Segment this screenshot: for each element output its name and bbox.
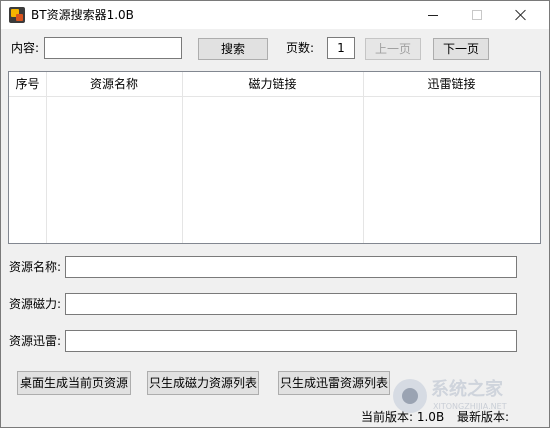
page-input[interactable] xyxy=(327,37,355,59)
next-page-button[interactable]: 下一页 xyxy=(433,38,489,60)
window-title: BT资源搜索器1.0B xyxy=(31,8,134,22)
column-divider xyxy=(363,72,364,243)
watermark-text: 系统之家 xyxy=(431,379,503,400)
resource-magnet-field[interactable] xyxy=(65,293,517,315)
resource-name-field[interactable] xyxy=(65,256,517,278)
close-button[interactable] xyxy=(499,1,543,29)
content-input[interactable] xyxy=(44,37,182,59)
watermark-icon xyxy=(393,379,427,413)
content-label: 内容: xyxy=(11,41,40,55)
app-icon xyxy=(9,7,25,23)
resource-magnet-label: 资源磁力: xyxy=(9,297,62,311)
watermark-url: XITONGZHIJIA.NET xyxy=(433,402,507,411)
main-window: BT资源搜索器1.0B 内容: 搜索 页数: 上一页 下一页 序号 资源名称 磁… xyxy=(0,0,550,428)
column-header-index[interactable]: 序号 xyxy=(9,72,46,97)
table-header: 序号 资源名称 磁力链接 迅雷链接 xyxy=(9,72,540,97)
maximize-icon xyxy=(472,10,482,20)
resource-thunder-label: 资源迅雷: xyxy=(9,334,62,348)
column-header-magnet[interactable]: 磁力链接 xyxy=(182,72,363,97)
generate-thunder-list-button[interactable]: 只生成迅雷资源列表 xyxy=(278,371,390,395)
page-label: 页数: xyxy=(286,41,315,55)
title-bar[interactable]: BT资源搜索器1.0B xyxy=(1,1,549,29)
watermark-logo: 系统之家 XITONGZHIJIA.NET xyxy=(393,375,543,417)
minimize-button[interactable] xyxy=(411,1,455,29)
resource-thunder-field[interactable] xyxy=(65,330,517,352)
results-table[interactable]: 序号 资源名称 磁力链接 迅雷链接 xyxy=(8,71,541,244)
column-header-name[interactable]: 资源名称 xyxy=(46,72,182,97)
column-header-thunder[interactable]: 迅雷链接 xyxy=(363,72,540,97)
maximize-button xyxy=(455,1,499,29)
minimize-icon xyxy=(428,14,438,16)
search-button[interactable]: 搜索 xyxy=(198,38,268,60)
resource-name-label: 资源名称: xyxy=(9,260,62,274)
prev-page-button[interactable]: 上一页 xyxy=(365,38,421,60)
column-divider xyxy=(182,72,183,243)
column-divider xyxy=(46,72,47,243)
close-icon xyxy=(515,9,527,21)
generate-magnet-list-button[interactable]: 只生成磁力资源列表 xyxy=(147,371,259,395)
generate-current-page-button[interactable]: 桌面生成当前页资源 xyxy=(17,371,131,395)
